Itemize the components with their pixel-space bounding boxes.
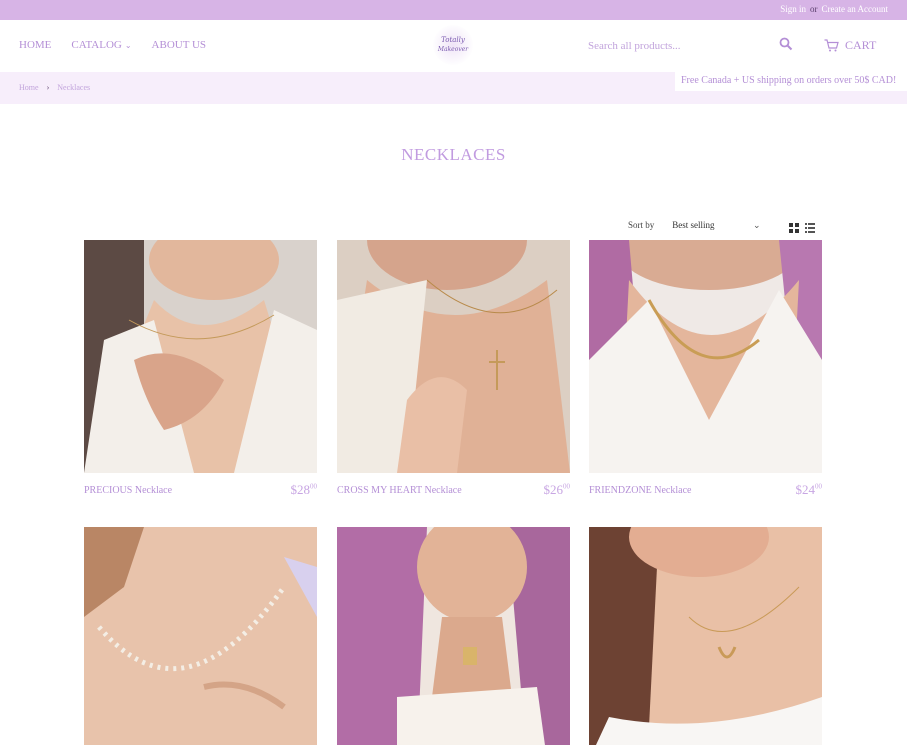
create-account-link[interactable]: Create an Account — [822, 4, 888, 14]
product-card[interactable]: CROSS MY HEART Necklace $2600 — [337, 240, 570, 504]
product-meta: FRIENDZONE Necklace $2400 — [589, 482, 822, 504]
sign-in-link[interactable]: Sign in — [780, 4, 806, 14]
product-card[interactable]: FRIENDZONE Necklace $2400 — [589, 240, 822, 504]
product-image[interactable] — [337, 527, 570, 745]
sort-label: Sort by — [628, 220, 655, 230]
search-icon[interactable] — [779, 37, 793, 51]
price-main: $26 — [543, 482, 564, 497]
product-photo — [337, 240, 570, 473]
product-photo — [84, 240, 317, 473]
svg-text:Totally: Totally — [441, 36, 466, 44]
main-nav: HOME CATALOG ⌄ ABOUT US — [19, 39, 206, 51]
cart-icon — [824, 39, 839, 52]
shipping-notice: Free Canada + US shipping on orders over… — [675, 72, 907, 91]
page-title: NECKLACES — [401, 145, 506, 164]
breadcrumb-current: Necklaces — [57, 83, 91, 92]
breadcrumb-home[interactable]: Home — [19, 83, 39, 92]
product-card[interactable] — [337, 527, 570, 745]
price-main: $24 — [795, 482, 816, 497]
logo-mark: Totally Makeover — [437, 36, 469, 53]
product-card[interactable] — [84, 527, 317, 745]
chevron-down-icon: ⌄ — [124, 41, 132, 50]
product-image[interactable] — [589, 527, 822, 745]
product-meta: CROSS MY HEART Necklace $2600 — [337, 482, 570, 504]
product-name[interactable]: FRIENDZONE Necklace — [589, 485, 691, 496]
grid-view-icon[interactable] — [789, 223, 799, 233]
breadcrumb-separator: › — [46, 83, 50, 92]
product-photo — [337, 527, 570, 745]
site-header: HOME CATALOG ⌄ ABOUT US Totally Makeover … — [0, 20, 907, 72]
product-image[interactable] — [337, 240, 570, 473]
cart-label: CART — [845, 38, 877, 52]
product-name[interactable]: PRECIOUS Necklace — [84, 485, 172, 496]
svg-text:Makeover: Makeover — [437, 46, 469, 53]
product-card[interactable] — [589, 527, 822, 745]
product-card[interactable]: PRECIOUS Necklace $2800 — [84, 240, 317, 504]
price-cents: 00 — [310, 482, 317, 491]
product-photo — [589, 240, 822, 473]
product-name[interactable]: CROSS MY HEART Necklace — [337, 485, 462, 496]
account-links: Sign in or Create an Account — [780, 4, 888, 14]
sort-control: Sort by Best selling ⌄ — [628, 220, 765, 230]
cart-link[interactable]: CART — [824, 38, 876, 53]
product-image[interactable] — [589, 240, 822, 473]
product-price: $2400 — [796, 482, 823, 498]
nav-catalog-label: CATALOG — [71, 39, 122, 51]
logo[interactable]: Totally Makeover — [433, 25, 473, 65]
price-cents: 00 — [563, 482, 570, 491]
price-cents: 00 — [815, 482, 822, 491]
product-meta: PRECIOUS Necklace $2800 — [84, 482, 317, 504]
price-main: $28 — [290, 482, 311, 497]
nav-about[interactable]: ABOUT US — [152, 39, 207, 51]
list-view-icon[interactable] — [805, 223, 815, 233]
product-photo — [84, 527, 317, 745]
sort-select[interactable]: Best selling — [672, 220, 765, 230]
or-text: or — [810, 4, 818, 14]
search-input[interactable] — [588, 38, 793, 54]
product-image[interactable] — [84, 527, 317, 745]
nav-home[interactable]: HOME — [19, 39, 51, 51]
breadcrumb: Home › Necklaces — [19, 83, 90, 92]
chevron-down-icon: ⌄ — [753, 220, 761, 230]
product-price: $2600 — [544, 482, 571, 498]
product-photo — [589, 527, 822, 745]
product-image[interactable] — [84, 240, 317, 473]
top-bar: Sign in or Create an Account — [0, 0, 907, 20]
nav-catalog[interactable]: CATALOG ⌄ — [71, 39, 131, 51]
product-price: $2800 — [291, 482, 318, 498]
